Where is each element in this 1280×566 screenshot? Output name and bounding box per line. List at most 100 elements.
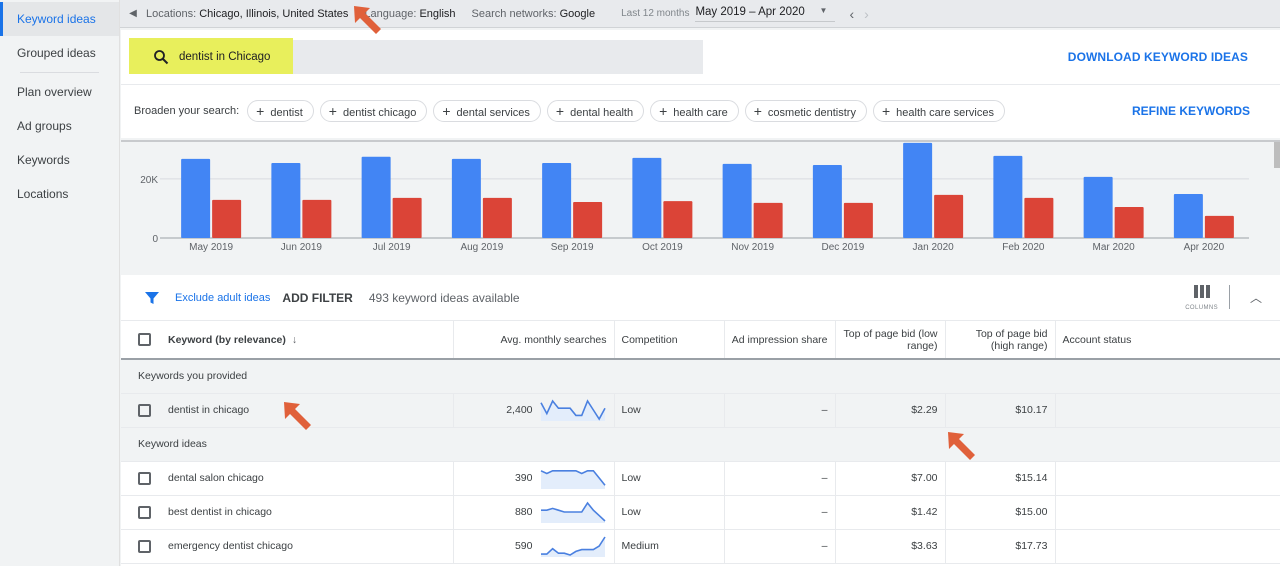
searches-cell: 2,400 (453, 393, 615, 428)
table-row[interactable]: emergency dentist chicago 590 Medium – $… (121, 529, 1280, 564)
language-setting[interactable]: Language: English (364, 8, 455, 20)
scrollbar-thumb[interactable] (1274, 142, 1280, 168)
date-range-value: May 2019 – Apr 2020 (695, 5, 805, 18)
collapse-sidebar-icon[interactable]: ◀ (120, 8, 146, 19)
row-checkbox[interactable] (138, 505, 151, 519)
table-row[interactable]: dentist in chicago 2,400 Low – $2.29 $10… (121, 393, 1280, 428)
trend-sparkline (539, 399, 606, 421)
column-header-bid-low[interactable]: Top of page bid (low range) (835, 321, 946, 360)
column-header-keyword[interactable]: Keyword (by relevance) ↓ (121, 321, 454, 360)
search-icon (154, 50, 169, 65)
sidebar: Keyword ideas Grouped ideas Plan overvie… (0, 0, 120, 566)
download-keyword-ideas-button[interactable]: DOWNLOAD KEYWORD IDEAS (1068, 50, 1248, 64)
x-tick-label: Mar 2020 (1093, 242, 1136, 253)
sidebar-item-locations[interactable]: Locations (0, 177, 119, 211)
bar-mobile-searches (212, 199, 242, 238)
competition-cell: Medium (614, 529, 725, 564)
bar-total-searches (451, 158, 481, 238)
chip-dental-services[interactable]: + dental services (433, 100, 541, 122)
exclude-adult-ideas-filter[interactable]: Exclude adult ideas (175, 292, 270, 304)
account-status-cell (1055, 461, 1280, 496)
table-header: Keyword (by relevance) ↓ Avg. monthly sea… (121, 321, 1280, 360)
keyword-cell: emergency dentist chicago (121, 529, 454, 564)
plus-icon: + (881, 103, 891, 119)
chip-dental-health[interactable]: + dental health (546, 100, 645, 122)
bid-low-cell: $7.00 (835, 461, 946, 496)
bar-total-searches (903, 142, 933, 238)
networks-setting[interactable]: Search networks: Google (472, 8, 596, 20)
add-filter-button[interactable]: ADD FILTER (282, 291, 352, 305)
chip-label: dentist (270, 107, 303, 119)
column-header-bid-high[interactable]: Top of page bid (high range) (945, 321, 1056, 360)
searches-value: 880 (514, 506, 533, 518)
filter-icon[interactable] (145, 291, 159, 305)
searches-value: 590 (514, 540, 533, 552)
next-period-icon[interactable]: › (864, 6, 869, 22)
collapse-icon[interactable]: ︿ (1250, 289, 1262, 306)
sidebar-item-ad-groups[interactable]: Ad groups (0, 109, 119, 143)
locations-setting[interactable]: Locations: Chicago, Illinois, United Sta… (146, 8, 348, 20)
bid-low-cell: $2.29 (835, 393, 946, 428)
sidebar-item-label: Keywords (17, 153, 70, 167)
dropdown-arrow-icon: ▼ (819, 5, 828, 15)
columns-label: COLUMNS (1185, 305, 1218, 311)
keyword-search-input[interactable]: dentist in Chicago (129, 38, 703, 74)
keyword-count: 493 keyword ideas available (368, 290, 520, 305)
x-tick-label: Sep 2019 (551, 242, 594, 253)
sidebar-item-keywords[interactable]: Keywords (0, 143, 119, 177)
plus-icon: + (753, 103, 762, 119)
keyword-table: Keyword (by relevance) ↓ Avg. monthly sea… (121, 321, 1280, 564)
keyword-text: dentist in chicago (168, 404, 250, 416)
group-row: Keyword ideas (121, 427, 1280, 462)
columns-icon (1193, 285, 1210, 298)
bar-total-searches (632, 157, 662, 238)
x-tick-label: Feb 2020 (1002, 242, 1045, 253)
x-tick-label: Aug 2019 (460, 242, 503, 253)
impression-share-cell: – (724, 461, 836, 496)
bar-total-searches (181, 158, 211, 238)
chip-cosmetic-dentistry[interactable]: + cosmetic dentistry (744, 100, 867, 122)
filter-bar: Exclude adult ideas ADD FILTER 493 keywo… (121, 275, 1280, 321)
sidebar-item-plan-overview[interactable]: Plan overview (0, 75, 119, 109)
plus-icon: + (442, 103, 451, 119)
bar-mobile-searches (1024, 197, 1054, 238)
sidebar-item-label: Plan overview (17, 85, 92, 99)
column-header-impression-share[interactable]: Ad impression share (724, 321, 836, 360)
x-tick-label: Nov 2019 (731, 242, 774, 253)
previous-period-icon[interactable]: ‹ (849, 6, 854, 22)
x-tick-label: Apr 2020 (1184, 242, 1225, 253)
sidebar-divider (20, 72, 99, 73)
search-volume-chart: 0 20K May 2019 Jun 2019 Jul 2019 Aug 2019 Sep … (121, 140, 1280, 272)
sidebar-item-grouped-ideas[interactable]: Grouped ideas (0, 36, 119, 70)
row-checkbox[interactable] (138, 471, 151, 485)
chip-dentist-chicago[interactable]: + dentist chicago (319, 100, 428, 122)
account-status-cell (1055, 393, 1280, 428)
column-header-searches[interactable]: Avg. monthly searches (453, 321, 615, 360)
group-row: Keywords you provided (121, 359, 1280, 394)
chip-label: dental services (456, 107, 530, 119)
trend-sparkline (540, 501, 606, 523)
chip-health-care-services[interactable]: + health care services (872, 100, 1005, 122)
searches-cell: 590 (453, 529, 615, 564)
bar-total-searches (1173, 193, 1203, 238)
chip-dentist[interactable]: + dentist (247, 100, 314, 122)
bid-low-cell: $3.63 (835, 529, 946, 564)
column-header-account-status[interactable]: Account status (1055, 321, 1280, 360)
searches-value: 390 (514, 472, 533, 484)
refine-keywords-button[interactable]: REFINE KEYWORDS (1132, 104, 1250, 118)
column-header-competition[interactable]: Competition (614, 321, 725, 360)
row-checkbox[interactable] (138, 403, 151, 417)
keyword-text: dental salon chicago (168, 472, 264, 484)
account-status-cell (1055, 495, 1280, 530)
columns-button[interactable]: COLUMNS (1185, 285, 1218, 311)
select-all-checkbox[interactable] (138, 333, 151, 346)
plus-icon: + (256, 103, 265, 119)
date-range-select[interactable]: May 2019 – Apr 2020 ▼ (695, 5, 836, 22)
table-row[interactable]: best dentist in chicago 880 Low – $1.42 … (121, 495, 1280, 530)
table-row[interactable]: dental salon chicago 390 Low – $7.00 $15… (121, 461, 1280, 496)
trend-sparkline (540, 469, 606, 489)
sidebar-item-keyword-ideas[interactable]: Keyword ideas (0, 2, 119, 36)
chip-health-care[interactable]: + health care (650, 100, 739, 122)
row-checkbox[interactable] (138, 539, 151, 553)
keyword-cell: best dentist in chicago (121, 495, 454, 530)
